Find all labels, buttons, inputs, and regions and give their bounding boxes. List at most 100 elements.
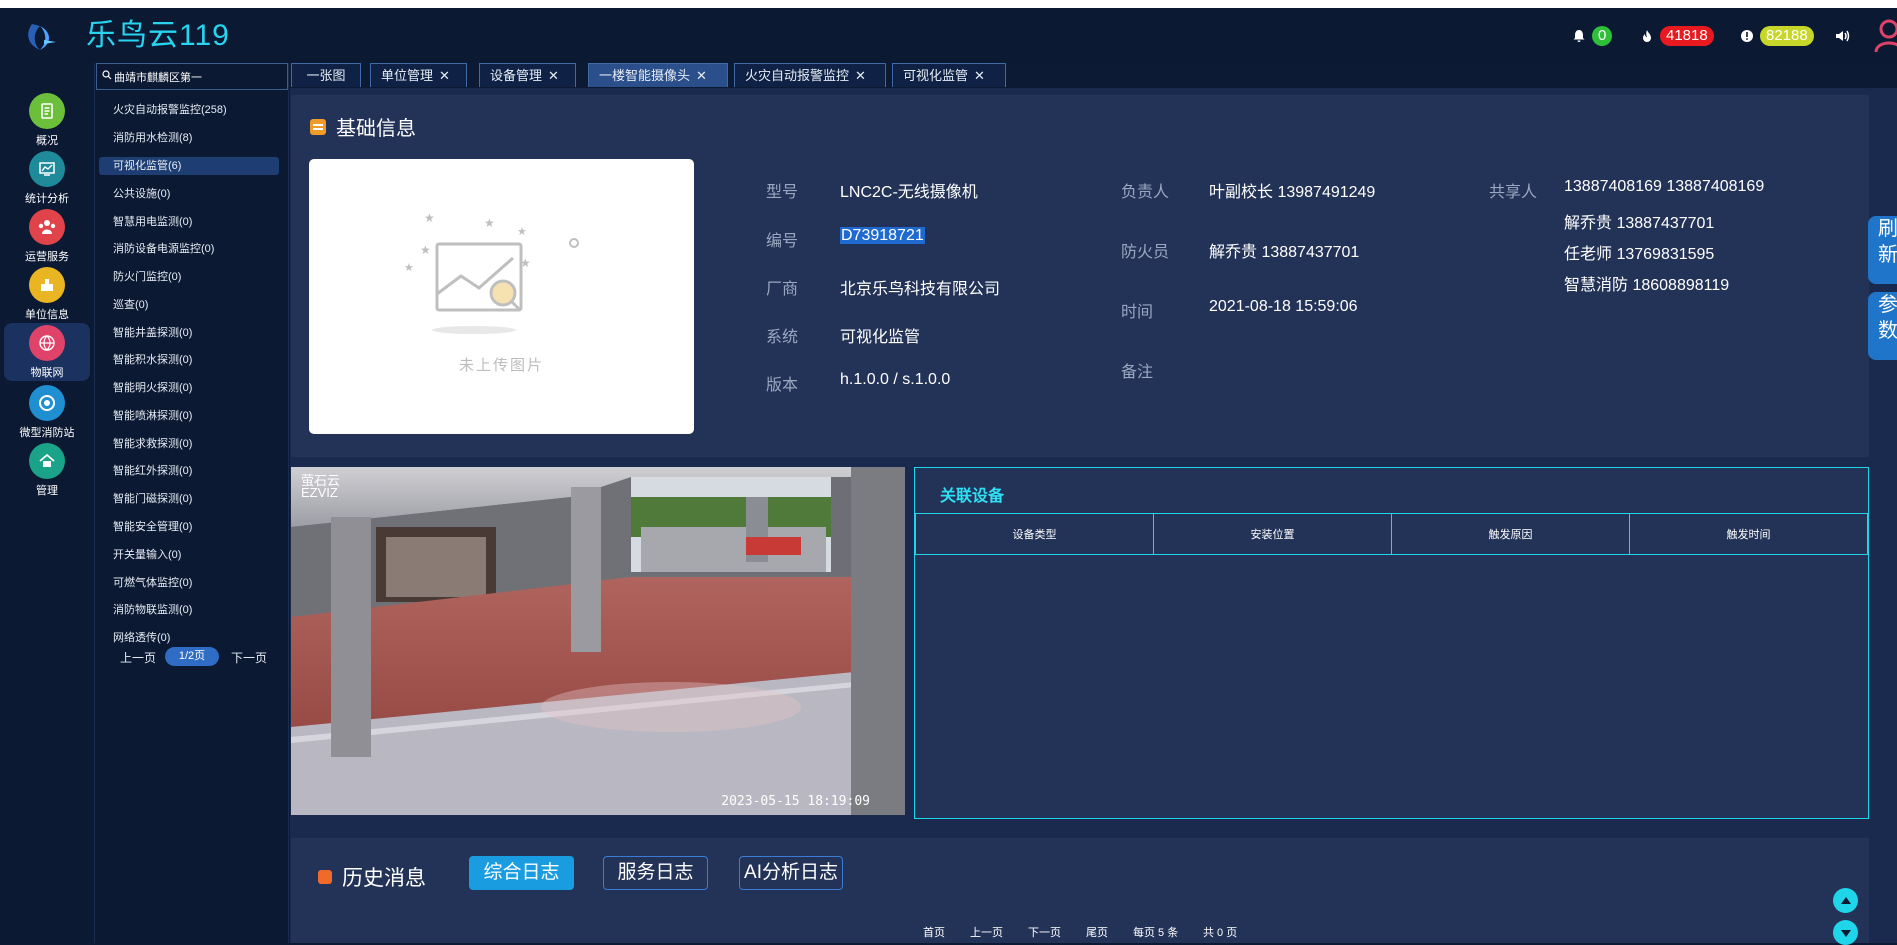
- tree-item[interactable]: 智能门磁探测(0): [99, 490, 279, 508]
- rail-item-management[interactable]: 管理: [4, 441, 90, 499]
- ai-log-button[interactable]: AI分析日志: [739, 856, 843, 890]
- document-icon: [310, 118, 326, 135]
- tree-item[interactable]: 开关量输入(0): [99, 546, 279, 564]
- rail-label: 物联网: [30, 367, 64, 379]
- related-devices-table: 设备类型 安装位置 触发原因 触发时间: [915, 513, 1868, 555]
- pager-next[interactable]: 下一页: [1028, 924, 1061, 940]
- remark-label: 备注: [1121, 364, 1154, 381]
- device-image-placeholder: ★ ★ ★ ★ ★ ★ 未上传图片: [309, 159, 694, 434]
- tab-label: 可视化监管: [903, 68, 969, 83]
- tree-next-page[interactable]: 下一页: [231, 649, 267, 666]
- tree-item[interactable]: 智能积水探测(0): [99, 351, 279, 369]
- tree-search-input[interactable]: [112, 70, 276, 83]
- no-image-text: 未上传图片: [458, 357, 544, 374]
- tree-item[interactable]: 巡查(0): [99, 296, 279, 314]
- pager-prev[interactable]: 上一页: [970, 924, 1003, 940]
- pager-last[interactable]: 尾页: [1086, 924, 1108, 940]
- tree-item[interactable]: 消防设备电源监控(0): [99, 240, 279, 258]
- params-side-tab[interactable]: 参 数: [1868, 292, 1897, 360]
- general-log-button[interactable]: 综合日志: [469, 856, 574, 890]
- notification-button[interactable]: 0: [1570, 24, 1613, 48]
- rail-item-overview[interactable]: 概况: [4, 91, 90, 149]
- tab-fire-alarm[interactable]: 火灾自动报警监控 ✕: [734, 63, 886, 87]
- warning-count-badge: 82188: [1760, 26, 1814, 46]
- tree-item[interactable]: 智慧用电监测(0): [99, 213, 279, 231]
- service-log-button[interactable]: 服务日志: [603, 856, 708, 890]
- user-avatar[interactable]: [1874, 18, 1897, 54]
- bell-count-badge: 0: [1592, 26, 1613, 46]
- tree-item[interactable]: 智能井盖探测(0): [99, 324, 279, 342]
- fire-alarm-button[interactable]: 41818: [1638, 24, 1714, 48]
- tree-item[interactable]: 可燃气体监控(0): [99, 574, 279, 592]
- pager-first[interactable]: 首页: [923, 924, 945, 940]
- tree-item[interactable]: 网络透传(0): [99, 629, 279, 647]
- side-tab-text: 新: [1878, 244, 1897, 266]
- vendor-value: 北京乐鸟科技有限公司: [840, 281, 1001, 298]
- tree-item[interactable]: 消防用水检测(8): [99, 129, 279, 147]
- tree-prev-page[interactable]: 上一页: [120, 649, 156, 666]
- serial-text: D73918721: [840, 227, 925, 244]
- rail-item-iot[interactable]: 物联网: [4, 323, 90, 381]
- tree-item[interactable]: 智能求救探测(0): [99, 435, 279, 453]
- sound-button[interactable]: [1834, 24, 1852, 48]
- tree-item[interactable]: 公共设施(0): [99, 185, 279, 203]
- fire-icon: [1638, 27, 1656, 45]
- share-value: 智慧消防 18608898119: [1564, 277, 1730, 294]
- no-image-icon: ★ ★ ★ ★ ★ ★: [404, 211, 579, 334]
- side-tab-text: 数: [1878, 320, 1897, 342]
- close-icon[interactable]: ✕: [696, 68, 707, 83]
- serial-value: D73918721: [840, 227, 925, 245]
- camera-feed[interactable]: 萤石云 EZVIZ 2023-05-15 18:19:09: [291, 467, 905, 815]
- side-tab-text: 参: [1878, 294, 1897, 316]
- basic-info-header: 基础信息: [310, 112, 416, 141]
- tab-visual-supervision[interactable]: 可视化监管 ✕: [892, 63, 1006, 87]
- time-value: 2021-08-18 15:59:06: [1209, 298, 1358, 315]
- close-icon[interactable]: ✕: [439, 68, 450, 83]
- warning-button[interactable]: 82188: [1738, 24, 1814, 48]
- tree-item-selected[interactable]: 可视化监管(6): [99, 157, 279, 175]
- share-value: 13887408169 13887408169: [1564, 178, 1765, 195]
- tree-search-box[interactable]: [96, 63, 288, 90]
- serial-label: 编号: [766, 233, 799, 250]
- tree-item[interactable]: 智能红外探测(0): [99, 462, 279, 480]
- rail-item-micro-station[interactable]: 微型消防站: [4, 383, 90, 441]
- fireman-value: 解乔贵 13887437701: [1209, 244, 1360, 261]
- column-header-device-type: 设备类型: [915, 513, 1154, 555]
- refresh-side-tab[interactable]: 刷 新: [1868, 216, 1897, 284]
- top-header: 乐鸟云119 0 41818 82188: [0, 8, 1897, 63]
- iot-icon: [29, 325, 65, 361]
- svg-text:★: ★: [424, 211, 435, 225]
- tree-item[interactable]: 智能明火探测(0): [99, 379, 279, 397]
- tree-item[interactable]: 火灾自动报警监控(258): [99, 101, 279, 119]
- close-icon[interactable]: ✕: [855, 68, 866, 83]
- tree-item[interactable]: 智能安全管理(0): [99, 518, 279, 536]
- tab-unit-management[interactable]: 单位管理 ✕: [370, 63, 467, 87]
- station-icon: [29, 385, 65, 421]
- history-panel: [291, 838, 1869, 943]
- close-icon[interactable]: ✕: [548, 68, 559, 83]
- tree-item[interactable]: 防火门监控(0): [99, 268, 279, 286]
- tree-item[interactable]: 智能喷淋探测(0): [99, 407, 279, 425]
- rail-item-statistics[interactable]: 统计分析: [4, 149, 90, 207]
- pager-per-page[interactable]: 每页 5 条: [1133, 924, 1178, 940]
- home-icon: [29, 443, 65, 479]
- tab-map[interactable]: 一张图: [291, 63, 361, 87]
- arrow-down-icon: [1840, 929, 1851, 937]
- history-header: 历史消息: [318, 862, 426, 892]
- close-icon[interactable]: ✕: [974, 68, 985, 83]
- scroll-up-button[interactable]: [1833, 888, 1858, 913]
- tab-camera[interactable]: 一楼智能摄像头 ✕: [588, 63, 728, 87]
- ezviz-logo-en: EZVIZ: [301, 485, 338, 500]
- people-icon: [29, 209, 65, 245]
- tab-device-management[interactable]: 设备管理 ✕: [479, 63, 576, 87]
- system-label: 系统: [766, 329, 799, 346]
- rail-item-operations[interactable]: 运营服务: [4, 207, 90, 265]
- scroll-down-button[interactable]: [1833, 920, 1858, 945]
- basic-info-title: 基础信息: [336, 118, 416, 140]
- tree-item[interactable]: 消防物联监测(0): [99, 601, 279, 619]
- related-devices-panel: 关联设备 设备类型 安装位置 触发原因 触发时间: [914, 467, 1869, 819]
- rail-item-unit-info[interactable]: 单位信息: [4, 265, 90, 323]
- chart-icon: [29, 151, 65, 187]
- model-value: LNC2C-无线摄像机: [840, 184, 978, 201]
- column-header-reason: 触发原因: [1391, 513, 1630, 555]
